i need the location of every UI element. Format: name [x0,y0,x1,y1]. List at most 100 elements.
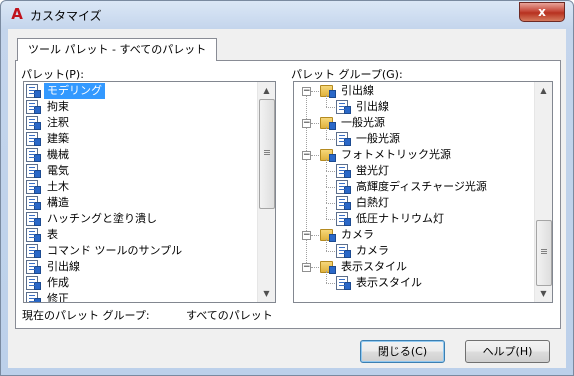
tree-connector-line [311,155,319,156]
palette-list-item[interactable]: 引出線 [26,259,83,275]
tree-connector-line [311,235,319,236]
tree-connector-line [326,171,335,172]
palette-list-item[interactable]: コマンド ツールのサンプル [26,243,185,259]
tree-connector-line [326,283,335,284]
tool-palette-icon [26,164,41,178]
palette-list-item[interactable]: ハッチングと塗り潰し [26,211,160,227]
palette-node[interactable]: 一般光源 [336,131,403,147]
palette-list-item-label: 土木 [47,180,69,193]
palette-label: 一般光源 [356,132,400,145]
palettes-scrollbar[interactable]: ▲ ▼ [257,82,275,302]
palette-group-node[interactable]: 表示スタイル [320,259,410,275]
palette-list-item-label: 引出線 [47,260,80,273]
palette-label: 表示スタイル [356,276,422,289]
tool-palette-icon [26,196,41,210]
tool-palette-icon [26,180,41,194]
palette-list-item-label: ハッチングと塗り潰し [47,212,157,225]
tree-connector-line [326,187,335,188]
tab-all-palettes[interactable]: ツール パレット - すべてのパレット [17,38,218,61]
dialog-title: カスタマイズ [30,9,102,23]
palette-group-node[interactable]: 一般光源 [320,115,388,131]
palette-list-item[interactable]: 拘束 [26,99,72,115]
palette-node[interactable]: 低圧ナトリウム灯 [336,211,447,227]
palette-node[interactable]: 引出線 [336,99,392,115]
collapse-icon[interactable]: − [302,151,311,160]
collapse-icon[interactable]: − [302,87,311,96]
dialog-client-area: ツール パレット - すべてのパレット パレット(P): 修正 作成 引出線 コマンド… [8,29,566,368]
palette-group-node[interactable]: カメラ [320,227,377,243]
palette-list-item[interactable]: モデリング [26,83,105,99]
close-window-button[interactable]: x [519,2,565,22]
palette-list-item[interactable]: 表 [26,227,61,243]
groups-scrollbar[interactable]: ▲ ▼ [534,82,552,302]
palette-list-item-label: 注釈 [47,116,69,129]
tool-palette-icon [336,180,351,194]
tool-palette-icon [26,84,41,98]
grip-icon [264,150,270,151]
tree-connector-line [326,207,327,219]
palette-group-node[interactable]: 引出線 [320,83,377,99]
tool-palette-icon [26,116,41,130]
palette-list-item-label: 拘束 [47,100,69,113]
palettes-label: パレット(P): [21,68,84,81]
palette-group-label: 一般光源 [341,116,385,129]
scroll-thumb[interactable] [259,99,275,209]
title-bar[interactable]: A カスタマイズ x [1,1,573,29]
palette-list-item-label: 表 [47,228,58,241]
palette-list-item[interactable]: 機械 [26,147,72,163]
scroll-thumb[interactable] [536,220,552,286]
palette-label: 白熱灯 [356,196,389,209]
collapse-icon[interactable]: − [302,263,311,272]
tree-connector-line [326,139,335,140]
help-button[interactable]: ヘルプ(H) [465,340,550,363]
palette-node[interactable]: 蛍光灯 [336,163,392,179]
tree-connector-line [326,127,327,139]
palette-list-item[interactable]: 注釈 [26,115,72,131]
tree-connector-line [326,191,327,203]
tab-panel: パレット(P): 修正 作成 引出線 コマンド ツールのサンプル表ハッチングと塗り潰し… [15,60,561,329]
tool-palette-icon [26,212,41,226]
palette-node[interactable]: カメラ [336,243,392,259]
tree-connector-line [326,175,327,187]
palette-label: カメラ [356,244,389,257]
collapse-icon[interactable]: − [302,119,311,128]
palette-list-item[interactable]: 建築 [26,131,72,147]
palette-group-node[interactable]: フォトメトリック光源 [320,147,454,163]
palette-list-item-label: コマンド ツールのサンプル [47,244,183,257]
tree-connector-line [311,123,319,124]
tree-connector-line [326,203,335,204]
palette-list-item[interactable]: 土木 [26,179,72,195]
tool-palette-icon [336,244,351,258]
tool-palette-icon [336,196,351,210]
scroll-up-arrow-icon[interactable]: ▲ [535,82,552,99]
grip-icon [541,249,547,250]
tree-connector-line [326,251,335,252]
scroll-down-arrow-icon[interactable]: ▼ [535,285,552,302]
tool-palette-icon [26,148,41,162]
palette-list-item-label: 機械 [47,148,69,161]
palette-list-item-label: 構造 [47,196,69,209]
collapse-icon[interactable]: − [302,231,311,240]
tool-palette-icon [336,164,351,178]
palette-list-item[interactable]: 修正 [26,291,72,302]
scroll-up-arrow-icon[interactable]: ▲ [258,82,275,99]
palette-node[interactable]: 白熱灯 [336,195,392,211]
palette-groups-tree[interactable]: ▲ ▼ − 引出線 引出線 − 一般光源 一般光源 − フォトメトリック光源 蛍光灯 高輝度ディス… [293,81,553,303]
scroll-down-arrow-icon[interactable]: ▼ [258,285,275,302]
palette-list-item[interactable]: 電気 [26,163,72,179]
palette-label: 蛍光灯 [356,164,389,177]
current-group-label: 現在のパレット グループ: [22,309,150,322]
palette-list-item[interactable]: 構造 [26,195,72,211]
palette-node[interactable]: 高輝度ディスチャージ光源 [336,179,490,195]
palette-list-item[interactable]: 作成 [26,275,72,291]
tool-palette-icon [26,260,41,274]
tool-palette-icon [336,100,351,114]
palettes-listbox[interactable]: 修正 作成 引出線 コマンド ツールのサンプル表 ハッチングと塗り潰し 構造 土木 電気 機械 建… [23,81,276,303]
close-button[interactable]: 閉じる(C) [360,340,445,363]
palette-label: 低圧ナトリウム灯 [356,212,444,225]
palette-label: 引出線 [356,100,389,113]
palette-group-label: 表示スタイル [341,260,407,273]
palette-list-item-label: 作成 [47,276,69,289]
tree-connector-line [311,267,319,268]
palette-node[interactable]: 表示スタイル [336,275,425,291]
